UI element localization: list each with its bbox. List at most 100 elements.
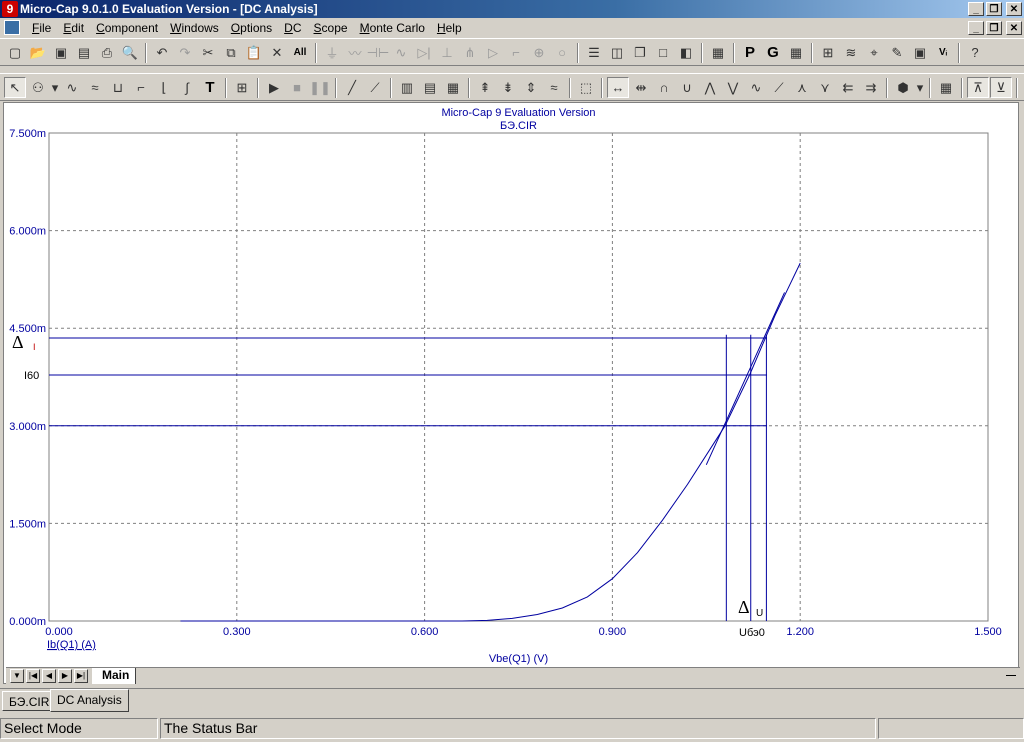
- help-icon[interactable]: ?: [964, 42, 986, 63]
- capacitor-icon[interactable]: ⊣⊢: [367, 42, 390, 63]
- components-icon[interactable]: ⊞: [817, 42, 839, 63]
- max-icon[interactable]: ⋏: [791, 77, 813, 98]
- document-icon[interactable]: [4, 20, 20, 35]
- menu-options[interactable]: Options: [225, 21, 278, 35]
- properties-icon[interactable]: ⊞: [231, 77, 253, 98]
- marker-icon[interactable]: ✎: [886, 42, 908, 63]
- menu-dc[interactable]: DC: [278, 21, 307, 35]
- cursor-right-icon[interactable]: ⇟: [497, 77, 519, 98]
- grid-icon[interactable]: ▦: [785, 42, 807, 63]
- delete-icon[interactable]: ✕: [266, 42, 288, 63]
- inflection-icon[interactable]: ∿: [745, 77, 767, 98]
- close-button[interactable]: ✕: [1006, 2, 1022, 16]
- bode-icon[interactable]: ⌐: [130, 77, 152, 98]
- go-left-icon[interactable]: ⇇: [837, 77, 859, 98]
- battery-icon[interactable]: ⊥: [436, 42, 458, 63]
- page-dropdown-button[interactable]: ▼: [10, 669, 24, 683]
- diagonal-icon[interactable]: ⟋: [364, 77, 386, 98]
- window-icon[interactable]: □: [652, 42, 674, 63]
- cut-icon[interactable]: ✂: [197, 42, 219, 63]
- cursor-both-icon[interactable]: ⇕: [520, 77, 542, 98]
- save-all-icon[interactable]: ▤: [73, 42, 95, 63]
- v-cursor-icon[interactable]: ⇹: [630, 77, 652, 98]
- go-right-icon[interactable]: ⇉: [860, 77, 882, 98]
- xy-icon[interactable]: ⌊: [153, 77, 175, 98]
- doc-close-button[interactable]: ✕: [1006, 21, 1022, 35]
- tile-v-icon[interactable]: ◫: [606, 42, 628, 63]
- cursor-left-icon[interactable]: ⇞: [474, 77, 496, 98]
- restore-button[interactable]: ❐: [986, 2, 1002, 16]
- component-mode-icon[interactable]: ⚇: [27, 77, 49, 98]
- print-preview-icon[interactable]: 🔍: [119, 42, 141, 63]
- menu-scope[interactable]: Scope: [308, 21, 354, 35]
- multi-trace-icon[interactable]: ≈: [84, 77, 106, 98]
- copy-icon[interactable]: ⧉: [220, 42, 242, 63]
- switch-icon[interactable]: ⌐: [505, 42, 527, 63]
- menu-monte-carlo[interactable]: Monte Carlo: [354, 21, 431, 35]
- wire-icon[interactable]: ○: [551, 42, 573, 63]
- valley-icon[interactable]: ∪: [676, 77, 698, 98]
- table-icon[interactable]: ▥: [396, 77, 418, 98]
- scale-icon[interactable]: ⊔: [107, 77, 129, 98]
- tab-dc-analysis[interactable]: DC Analysis: [50, 689, 129, 712]
- print-icon[interactable]: ⎙: [96, 42, 118, 63]
- prev-page-button[interactable]: ◀: [42, 669, 56, 683]
- opamp-icon[interactable]: ▷: [482, 42, 504, 63]
- voltage-label-icon[interactable]: Vᵢ: [932, 42, 954, 63]
- source-icon[interactable]: ⊕: [528, 42, 550, 63]
- resistor-icon[interactable]: 〰: [344, 42, 366, 63]
- menu-edit[interactable]: Edit: [57, 21, 90, 35]
- pause-icon[interactable]: ❚❚: [309, 77, 331, 98]
- run-icon[interactable]: ▶: [263, 77, 285, 98]
- menu-help[interactable]: Help: [431, 21, 468, 35]
- trace-icon[interactable]: ∿: [61, 77, 83, 98]
- main-page-tab[interactable]: Main: [92, 668, 137, 684]
- snap-icon[interactable]: ▣: [909, 42, 931, 63]
- doc-restore-button[interactable]: ❐: [986, 21, 1002, 35]
- slope-icon[interactable]: ⟋: [768, 77, 790, 98]
- min-icon[interactable]: ⋎: [814, 77, 836, 98]
- h-cursor-icon[interactable]: ↔: [607, 77, 629, 98]
- open-icon[interactable]: 📂: [27, 42, 49, 63]
- wave-icon[interactable]: ≈: [543, 77, 565, 98]
- dropdown2-icon[interactable]: ▾: [915, 77, 925, 98]
- plot-icon[interactable]: ⬚: [575, 77, 597, 98]
- g-label-icon[interactable]: G: [762, 42, 784, 63]
- table2-icon[interactable]: ▤: [419, 77, 441, 98]
- y-axis-label[interactable]: Ib(Q1) (A): [47, 639, 96, 651]
- table3-icon[interactable]: ▦: [442, 77, 464, 98]
- peak-icon[interactable]: ∩: [653, 77, 675, 98]
- npn-icon[interactable]: ⋔: [459, 42, 481, 63]
- last-page-button[interactable]: ▶|: [74, 669, 88, 683]
- inductor-icon[interactable]: ∿: [390, 42, 412, 63]
- diode-icon[interactable]: ▷|: [413, 42, 435, 63]
- tab-circuit[interactable]: БЭ.CIR: [2, 691, 57, 711]
- waveform-icon[interactable]: ≋: [840, 42, 862, 63]
- stop-icon[interactable]: ■: [286, 77, 308, 98]
- text-tool-icon[interactable]: T: [199, 77, 221, 98]
- dropdown-icon[interactable]: ▾: [50, 77, 60, 98]
- redo-icon[interactable]: ↷: [174, 42, 196, 63]
- ground-icon[interactable]: ⏚: [321, 42, 343, 63]
- paste-icon[interactable]: 📋: [243, 42, 265, 63]
- numeric-icon[interactable]: ▦: [935, 77, 957, 98]
- next-page-button[interactable]: ▶: [58, 669, 72, 683]
- app-icon[interactable]: 9: [2, 1, 18, 17]
- low-icon[interactable]: ⋁: [722, 77, 744, 98]
- menu-windows[interactable]: Windows: [164, 21, 225, 35]
- plot-window[interactable]: 0.000 0.300 0.600 0.900 1.200 1.500 0.000m 1.50…: [3, 102, 1019, 684]
- split-icon[interactable]: ◧: [675, 42, 697, 63]
- calculator-icon[interactable]: ▦: [707, 42, 729, 63]
- first-page-button[interactable]: |◀: [26, 669, 40, 683]
- line-icon[interactable]: ╱: [341, 77, 363, 98]
- new-icon[interactable]: ▢: [4, 42, 26, 63]
- fourier-icon[interactable]: ∫: [176, 77, 198, 98]
- tag-v-icon[interactable]: ⊻: [990, 77, 1012, 98]
- tile-h-icon[interactable]: ☰: [583, 42, 605, 63]
- cascade-icon[interactable]: ❐: [629, 42, 651, 63]
- menu-file[interactable]: File: [26, 21, 57, 35]
- doc-minimize-button[interactable]: _: [968, 21, 984, 35]
- select-arrow-icon[interactable]: ↖: [4, 77, 26, 98]
- dc-analysis-plot[interactable]: 0.000 0.300 0.600 0.900 1.200 1.500 0.000m 1.50…: [4, 103, 1018, 668]
- select-all-icon[interactable]: All: [289, 42, 311, 63]
